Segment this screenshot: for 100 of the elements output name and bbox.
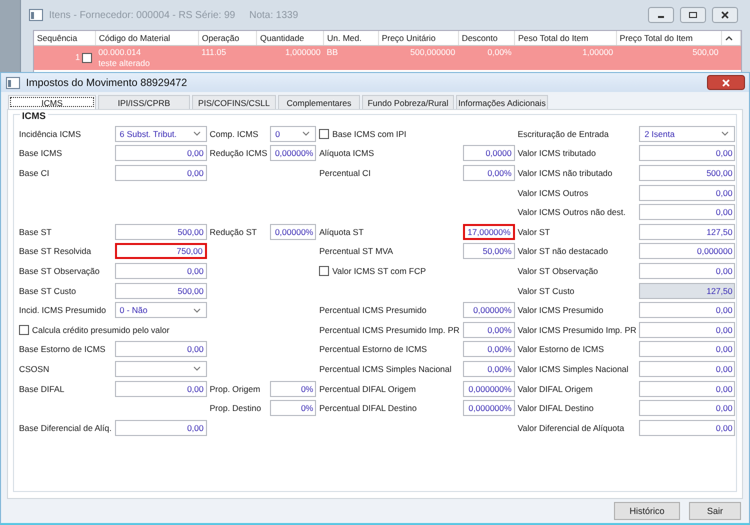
input-field[interactable]: 50,00% xyxy=(462,243,515,260)
field-label: Escrituração de Entrada xyxy=(518,128,610,139)
tab[interactable]: ICMS xyxy=(8,95,96,109)
input-field[interactable]: 0,00 xyxy=(639,420,736,436)
input-field[interactable]: 0,000000% xyxy=(462,380,515,397)
input-field[interactable]: 0,00 xyxy=(639,204,736,220)
dropdown[interactable]: 0 xyxy=(270,126,316,142)
table-cell: 500,000000 xyxy=(410,47,456,57)
input-field[interactable]: 0,00 xyxy=(639,400,736,416)
group-title: ICMS xyxy=(20,111,48,122)
field-label: Comp. ICMS xyxy=(210,128,260,139)
table-cell-text: teste alterado xyxy=(98,58,151,69)
tab[interactable]: Informações Adicionais xyxy=(456,95,548,109)
dialog-button[interactable]: Histórico xyxy=(614,502,680,520)
input-field[interactable]: 0% xyxy=(270,380,316,397)
tab[interactable]: PIS/COFINS/CSLL xyxy=(192,95,276,109)
table-cell: 1,00000 xyxy=(582,47,614,57)
input-field[interactable]: 0,00% xyxy=(462,164,515,181)
field-label: Valor ICMS não tributado xyxy=(518,168,614,178)
input-field[interactable]: 0,000000% xyxy=(462,400,515,416)
checkbox[interactable]: Calcula crédito presumido pelo valor xyxy=(19,324,316,335)
input-field[interactable]: 127,50 xyxy=(639,282,736,299)
restore-icon xyxy=(688,11,698,19)
input-field[interactable]: 0,00 xyxy=(114,341,207,358)
field-label: Percentual ICMS Presumido Imp. PR xyxy=(319,324,460,335)
tab[interactable]: Complementares xyxy=(278,95,360,109)
row-checkbox[interactable] xyxy=(82,52,92,63)
field-label: CSOSN xyxy=(19,364,50,374)
table-cell: 500,00 xyxy=(692,47,718,57)
field-label: Base DIFAL xyxy=(19,384,66,394)
dropdown[interactable]: 0 - Não xyxy=(114,302,207,318)
minimize-button[interactable] xyxy=(648,7,674,23)
input-field[interactable]: 0,00 xyxy=(639,184,736,201)
checkbox[interactable]: Valor ICMS ST com FCP xyxy=(319,266,515,276)
tab[interactable]: Fundo Pobreza/Rural xyxy=(362,95,454,109)
input-field[interactable]: 17,00000% xyxy=(462,224,515,240)
input-field[interactable]: 750,00 xyxy=(114,243,207,260)
input-field[interactable]: 0,00 xyxy=(114,262,207,279)
input-field[interactable]: 0,00 xyxy=(639,360,736,377)
input-field[interactable]: 0,00% xyxy=(462,341,515,358)
input-field[interactable]: 0,00 xyxy=(639,380,736,397)
table-cell-text: 00.000.014 xyxy=(98,47,142,58)
close-icon xyxy=(720,11,730,19)
field-label: Prop. Origem xyxy=(210,384,262,394)
input-field[interactable]: 0,000000 xyxy=(639,243,736,260)
field-label: Alíquota ST xyxy=(319,226,365,237)
field-label: Valor ICMS Simples Nacional xyxy=(518,364,630,374)
field-label: Alíquota ICMS xyxy=(319,148,376,158)
chevron-down-icon xyxy=(302,131,310,136)
checkbox-box[interactable] xyxy=(19,324,29,335)
input-field[interactable]: 500,00 xyxy=(639,164,736,181)
input-field[interactable]: 0,00 xyxy=(639,262,736,279)
field-label: Percentual DIFAL Destino xyxy=(319,403,418,414)
input-field[interactable]: 0,00 xyxy=(639,145,736,162)
checkbox[interactable]: Base ICMS com IPI xyxy=(319,128,515,139)
restore-button[interactable] xyxy=(680,7,706,23)
checkbox-label: Base ICMS com IPI xyxy=(332,128,406,139)
input-field[interactable]: 0,00 xyxy=(114,420,207,436)
input-field[interactable]: 0,00 xyxy=(639,302,736,318)
checkbox-label: Calcula crédito presumido pelo valor xyxy=(32,324,170,335)
input-field[interactable]: 0,00000% xyxy=(270,145,316,162)
input-field[interactable]: 0,00 xyxy=(114,164,207,181)
dropdown[interactable]: 6 Subst. Tribut. xyxy=(114,126,207,142)
input-field[interactable]: 500,00 xyxy=(114,282,207,299)
input-field[interactable]: 0,00000% xyxy=(270,224,316,240)
input-field[interactable]: 0,00 xyxy=(639,341,736,358)
field-label: Redução ST xyxy=(210,226,258,237)
checkbox-box[interactable] xyxy=(319,128,330,139)
checkbox-label: Valor ICMS ST com FCP xyxy=(332,266,426,276)
field-label: Base ST xyxy=(19,226,53,237)
field-label: Valor ICMS Presumido xyxy=(518,305,604,316)
input-field[interactable]: 0,00 xyxy=(639,322,736,338)
close-button[interactable] xyxy=(712,7,738,23)
scroll-up-icon[interactable] xyxy=(725,35,733,41)
field-label: Percentual DIFAL Origem xyxy=(319,384,417,394)
field-label: Base Diferencial de Alíq. xyxy=(19,422,112,433)
close-button[interactable] xyxy=(707,75,745,90)
field-label: Incidência ICMS xyxy=(19,128,82,139)
window-title: Itens - Fornecedor: 000004 - RS Série: 99 xyxy=(49,10,236,20)
dropdown[interactable]: 2 Isenta xyxy=(639,126,736,142)
input-field[interactable]: 0% xyxy=(270,400,316,416)
field-label: Incid. ICMS Presumido xyxy=(19,305,107,316)
tab[interactable]: IPI/ISS/CPRB xyxy=(98,95,190,109)
field-label: Percentual CI xyxy=(319,168,372,178)
input-field[interactable]: 500,00 xyxy=(114,224,207,240)
input-field[interactable]: 0,0000 xyxy=(462,145,515,162)
field-label: Valor ICMS Outros xyxy=(518,188,590,198)
input-field[interactable]: 0,00000% xyxy=(462,302,515,318)
input-field[interactable]: 0,00 xyxy=(114,145,207,162)
dialog-button[interactable]: Sair xyxy=(689,502,741,520)
input-field[interactable]: 0,00% xyxy=(462,360,515,377)
field-label: Valor ICMS tributado xyxy=(518,148,597,158)
field-label: Base ST Custo xyxy=(19,286,78,296)
input-field[interactable]: 0,00 xyxy=(114,380,207,397)
window-title-note: Nota: 1339 xyxy=(249,10,298,20)
input-field[interactable]: 127,50 xyxy=(639,224,736,240)
field-label: Base CI xyxy=(19,168,50,178)
input-field[interactable]: 0,00% xyxy=(462,322,515,338)
field-label: Valor DIFAL Origem xyxy=(518,384,594,394)
checkbox-box[interactable] xyxy=(319,266,330,276)
